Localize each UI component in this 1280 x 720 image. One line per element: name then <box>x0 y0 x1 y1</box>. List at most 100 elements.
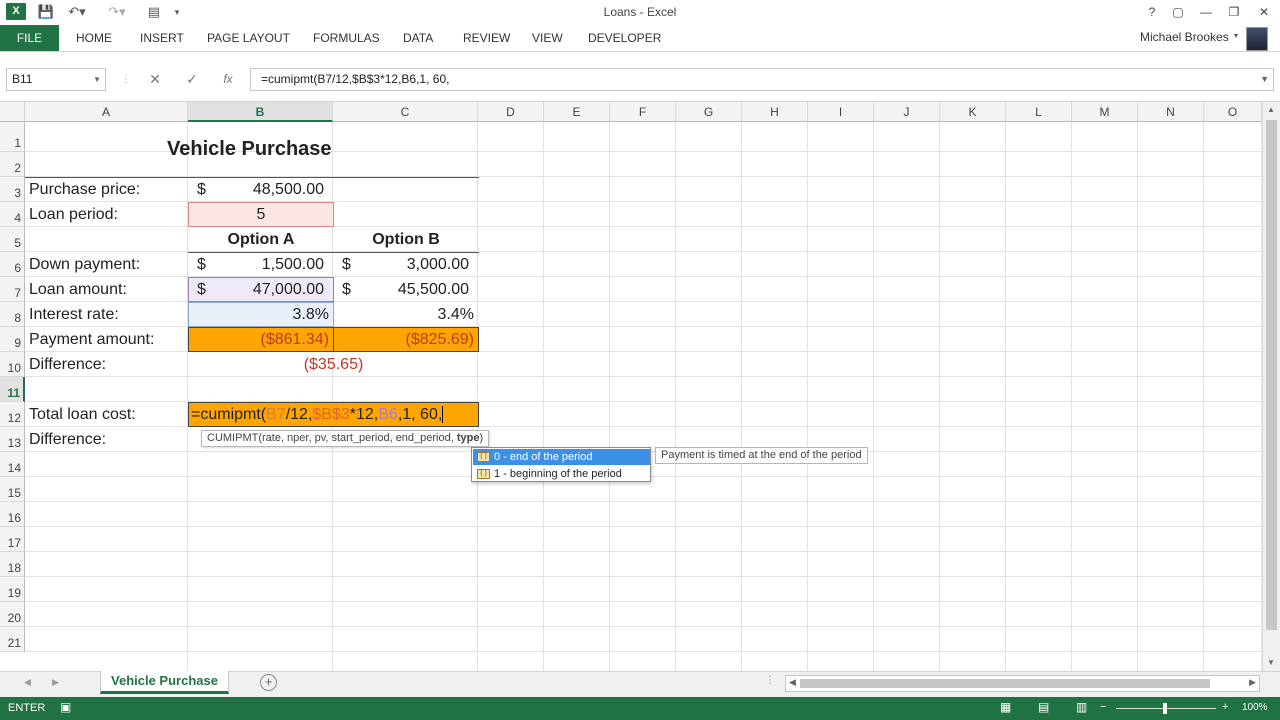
cell-edit-formula[interactable]: =cumipmt(B7/12,$B$3*12,B6,1, 60, <box>191 406 444 424</box>
select-all-corner[interactable] <box>0 102 25 122</box>
row-header-13[interactable]: 13 <box>0 427 25 452</box>
page-break-view-icon[interactable]: ▥ <box>1076 700 1087 714</box>
loan-period-label[interactable]: Loan period: <box>25 206 118 224</box>
down-payment-label[interactable]: Down payment: <box>25 256 140 274</box>
column-header-g[interactable]: G <box>676 102 742 122</box>
column-header-m[interactable]: M <box>1072 102 1138 122</box>
row-header-15[interactable]: 15 <box>0 477 25 502</box>
ribbon-display-icon[interactable]: ▢ <box>1168 3 1188 21</box>
down-payment-b[interactable]: 3,000.00 <box>333 256 469 274</box>
interest-rate-label[interactable]: Interest rate: <box>25 306 119 324</box>
macro-record-icon[interactable]: ▣ <box>60 700 71 714</box>
row-header-4[interactable]: 4 <box>0 202 25 227</box>
enter-icon[interactable]: ✓ <box>180 68 204 91</box>
insert-function-icon[interactable]: fx <box>216 68 240 91</box>
autocomplete-list[interactable]: ( ) 0 - end of the period ( ) 1 - beginn… <box>471 447 651 482</box>
column-header-b[interactable]: B <box>188 102 333 122</box>
ref-b3[interactable]: $B$3 <box>312 406 349 423</box>
row-header-10[interactable]: 10 <box>0 352 25 377</box>
sheet-title[interactable]: Vehicle Purchase <box>167 138 332 161</box>
chevron-down-icon[interactable]: ▼ <box>93 69 101 90</box>
next-sheet-icon[interactable]: ▶ <box>52 677 59 688</box>
scroll-down-icon[interactable]: ▼ <box>1267 658 1275 667</box>
column-header-d[interactable]: D <box>478 102 544 122</box>
column-header-i[interactable]: I <box>808 102 874 122</box>
help-icon[interactable]: ? <box>1142 3 1162 21</box>
payment-amount-label[interactable]: Payment amount: <box>25 331 154 349</box>
purchase-price-label[interactable]: Purchase price: <box>25 181 140 199</box>
column-header-a[interactable]: A <box>25 102 188 122</box>
row-header-6[interactable]: 6 <box>0 252 25 277</box>
loan-amount-b[interactable]: 45,500.00 <box>333 281 469 299</box>
payment-amount-a[interactable]: ($861.34) <box>188 331 330 349</box>
zoom-out-icon[interactable]: − <box>1100 701 1106 713</box>
row-header-14[interactable]: 14 <box>0 452 25 477</box>
row-header-12[interactable]: 12 <box>0 402 25 427</box>
avatar[interactable] <box>1246 27 1268 51</box>
loan-period-value[interactable]: 5 <box>188 206 334 224</box>
scroll-up-icon[interactable]: ▲ <box>1267 105 1275 114</box>
hscroll-thumb[interactable] <box>800 679 1210 688</box>
row-header-2[interactable]: 2 <box>0 152 25 177</box>
purchase-price-value[interactable]: 48,500.00 <box>188 181 324 199</box>
row-header-8[interactable]: 8 <box>0 302 25 327</box>
function-signature-tooltip[interactable]: CUMIPMT(rate, nper, pv, start_period, en… <box>201 430 490 447</box>
column-header-h[interactable]: H <box>742 102 808 122</box>
column-header-j[interactable]: J <box>874 102 940 122</box>
user-dropdown-icon[interactable]: ▾ <box>1234 31 1238 40</box>
total-loan-cost-label[interactable]: Total loan cost: <box>25 406 136 424</box>
row-header-3[interactable]: 3 <box>0 177 25 202</box>
loan-amount-a[interactable]: 47,000.00 <box>188 281 324 299</box>
minimize-icon[interactable]: — <box>1196 3 1216 21</box>
row-header-18[interactable]: 18 <box>0 552 25 577</box>
tab-review[interactable]: REVIEW <box>463 25 510 51</box>
name-box[interactable]: B11 ▼ <box>6 68 106 91</box>
tab-insert[interactable]: INSERT <box>140 25 184 51</box>
column-header-o[interactable]: O <box>1204 102 1262 122</box>
loan-amount-label[interactable]: Loan amount: <box>25 281 127 299</box>
autocomplete-item[interactable]: ( ) 0 - end of the period <box>473 449 650 465</box>
row-header-19[interactable]: 19 <box>0 577 25 602</box>
zoom-level[interactable]: 100% <box>1242 702 1268 713</box>
difference-label[interactable]: Difference: <box>25 356 106 374</box>
option-b-header[interactable]: Option B <box>333 231 479 249</box>
zoom-slider-thumb[interactable] <box>1163 703 1167 714</box>
scroll-thumb[interactable] <box>1266 120 1277 630</box>
ref-b6[interactable]: B6 <box>378 406 398 423</box>
row-header-9[interactable]: 9 <box>0 327 25 352</box>
add-sheet-icon[interactable]: + <box>260 674 277 691</box>
prev-sheet-icon[interactable]: ◀ <box>24 677 31 688</box>
column-header-f[interactable]: F <box>610 102 676 122</box>
option-a-header[interactable]: Option A <box>188 231 334 249</box>
ref-b7[interactable]: B7 <box>266 406 286 423</box>
tab-page-layout[interactable]: PAGE LAYOUT <box>207 25 290 51</box>
user-name[interactable]: Michael Brookes <box>1140 30 1229 44</box>
normal-view-icon[interactable]: ▦ <box>1000 700 1011 714</box>
tab-file[interactable]: FILE <box>0 25 59 51</box>
sheet-tab-vehicle-purchase[interactable]: Vehicle Purchase <box>100 671 229 694</box>
row-header-5[interactable]: 5 <box>0 227 25 252</box>
row-header-16[interactable]: 16 <box>0 502 25 527</box>
scroll-right-icon[interactable]: ▶ <box>1249 677 1256 688</box>
interest-rate-a[interactable]: 3.8% <box>188 306 329 324</box>
row-header-1[interactable]: 1 <box>0 122 25 152</box>
zoom-in-icon[interactable]: + <box>1222 701 1228 713</box>
row-header-20[interactable]: 20 <box>0 602 25 627</box>
column-header-n[interactable]: N <box>1138 102 1204 122</box>
tab-data[interactable]: DATA <box>403 25 433 51</box>
row-header-11[interactable]: 11 <box>0 377 25 402</box>
column-header-e[interactable]: E <box>544 102 610 122</box>
expand-formula-icon[interactable]: ▼ <box>1260 69 1269 90</box>
autocomplete-item[interactable]: ( ) 1 - beginning of the period <box>473 466 650 482</box>
tab-developer[interactable]: DEVELOPER <box>588 25 661 51</box>
difference-2-label[interactable]: Difference: <box>25 431 106 449</box>
vertical-scrollbar[interactable]: ▲ ▼ <box>1262 102 1280 671</box>
down-payment-a[interactable]: 1,500.00 <box>188 256 324 274</box>
column-header-c[interactable]: C <box>333 102 478 122</box>
column-header-k[interactable]: K <box>940 102 1006 122</box>
row-header-17[interactable]: 17 <box>0 527 25 552</box>
cancel-icon[interactable]: ✕ <box>143 68 167 91</box>
payment-amount-b[interactable]: ($825.69) <box>333 331 475 349</box>
tab-view[interactable]: VIEW <box>532 25 563 51</box>
close-icon[interactable]: ✕ <box>1254 3 1274 21</box>
